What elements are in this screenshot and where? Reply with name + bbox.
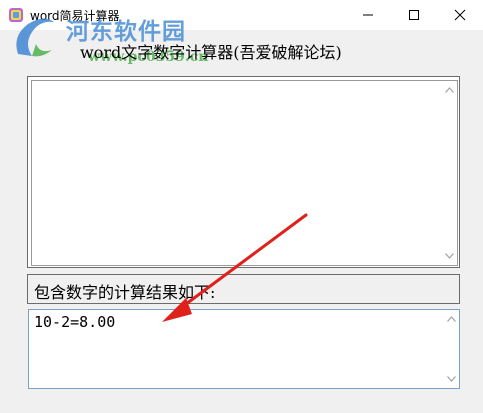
watermark-logo-icon [16,18,54,57]
minimize-icon [363,14,373,16]
result-scrollbar[interactable] [443,310,459,388]
scroll-down-icon[interactable] [444,251,454,261]
input-textarea[interactable] [31,80,458,266]
scroll-down-icon[interactable] [446,374,456,384]
result-label: 包含数字的计算结果如下: [34,283,216,302]
result-value: 10-2=8.00 [34,313,116,331]
maximize-icon [409,10,419,20]
input-scrollbar[interactable] [441,81,457,265]
scroll-up-icon[interactable] [444,85,454,95]
close-icon [454,9,466,21]
close-button[interactable] [437,0,483,30]
scroll-up-icon[interactable] [446,314,456,324]
maximize-button[interactable] [391,0,437,30]
minimize-button[interactable] [345,0,391,30]
app-window: word简易计算器 河东软件园 www.pc0359.cn word文字数字计算… [0,0,483,413]
app-heading: word文字数字计算器(吾爱破解论坛) [80,43,342,62]
